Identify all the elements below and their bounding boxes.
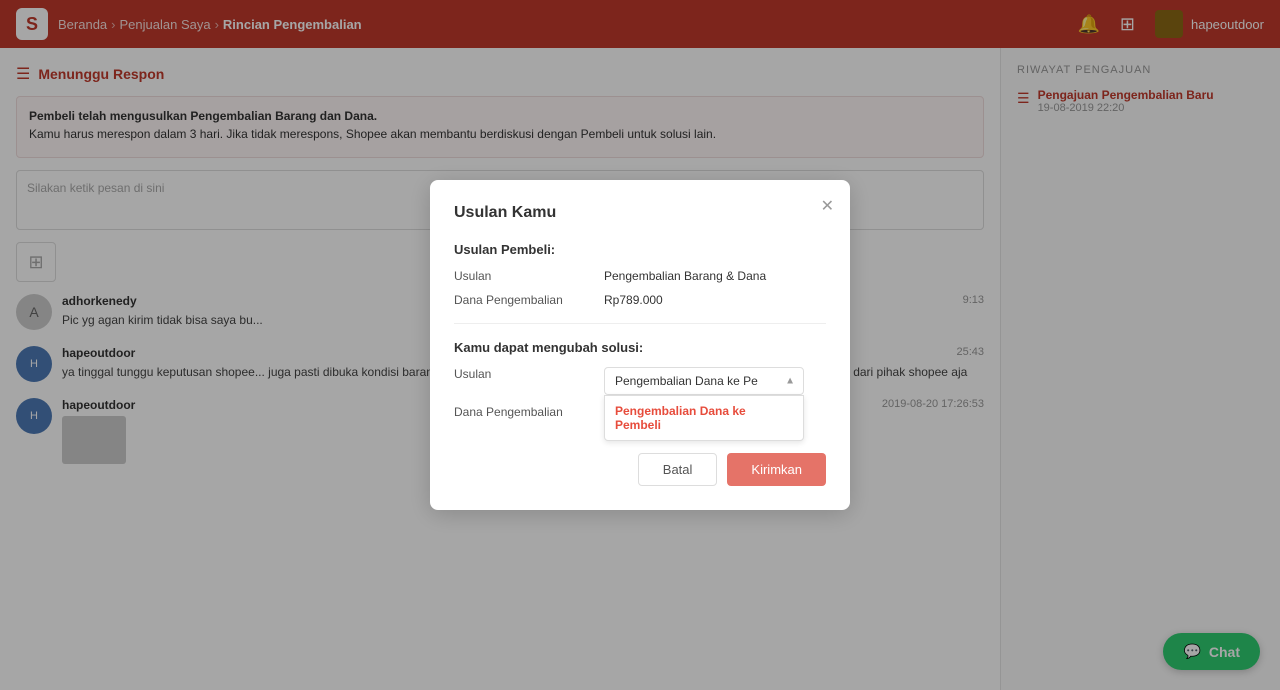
modal-close-button[interactable]: ✕ xyxy=(821,196,834,216)
usulan-select-wrapper: Pengembalian Dana ke Pe Pengembalian Dan… xyxy=(604,367,804,395)
modal: Usulan Kamu ✕ Usulan Pembeli: Usulan Pen… xyxy=(430,180,850,510)
field-row-dana: Dana Pengembalian Rp789.000 xyxy=(454,293,826,307)
usulan-label: Usulan xyxy=(454,269,604,283)
usulan2-label: Usulan xyxy=(454,367,604,395)
usulan-value: Pengembalian Barang & Dana xyxy=(604,269,766,283)
modal-overlay[interactable]: Usulan Kamu ✕ Usulan Pembeli: Usulan Pen… xyxy=(0,0,1280,690)
section-ubah-label: Kamu dapat mengubah solusi: xyxy=(454,340,826,355)
field-row-usulan: Usulan Pengembalian Barang & Dana xyxy=(454,269,826,283)
modal-actions: Batal Kirimkan xyxy=(454,453,826,486)
batal-button[interactable]: Batal xyxy=(638,453,718,486)
usulan-select[interactable]: Pengembalian Dana ke Pe xyxy=(604,367,804,395)
divider xyxy=(454,323,826,324)
section-pembeli-label: Usulan Pembeli: xyxy=(454,242,826,257)
dana-label: Dana Pengembalian xyxy=(454,293,604,307)
kirimkan-button[interactable]: Kirimkan xyxy=(727,453,826,486)
dana2-label: Dana Pengembalian xyxy=(454,405,604,433)
dropdown-option-1[interactable]: Pengembalian Dana ke Pembeli xyxy=(605,396,803,440)
field-row-usulan2: Usulan Pengembalian Dana ke Pe Pengembal… xyxy=(454,367,826,395)
dana-value: Rp789.000 xyxy=(604,293,663,307)
dropdown-list: Pengembalian Dana ke Pembeli xyxy=(604,395,804,441)
modal-title: Usulan Kamu xyxy=(454,204,826,222)
